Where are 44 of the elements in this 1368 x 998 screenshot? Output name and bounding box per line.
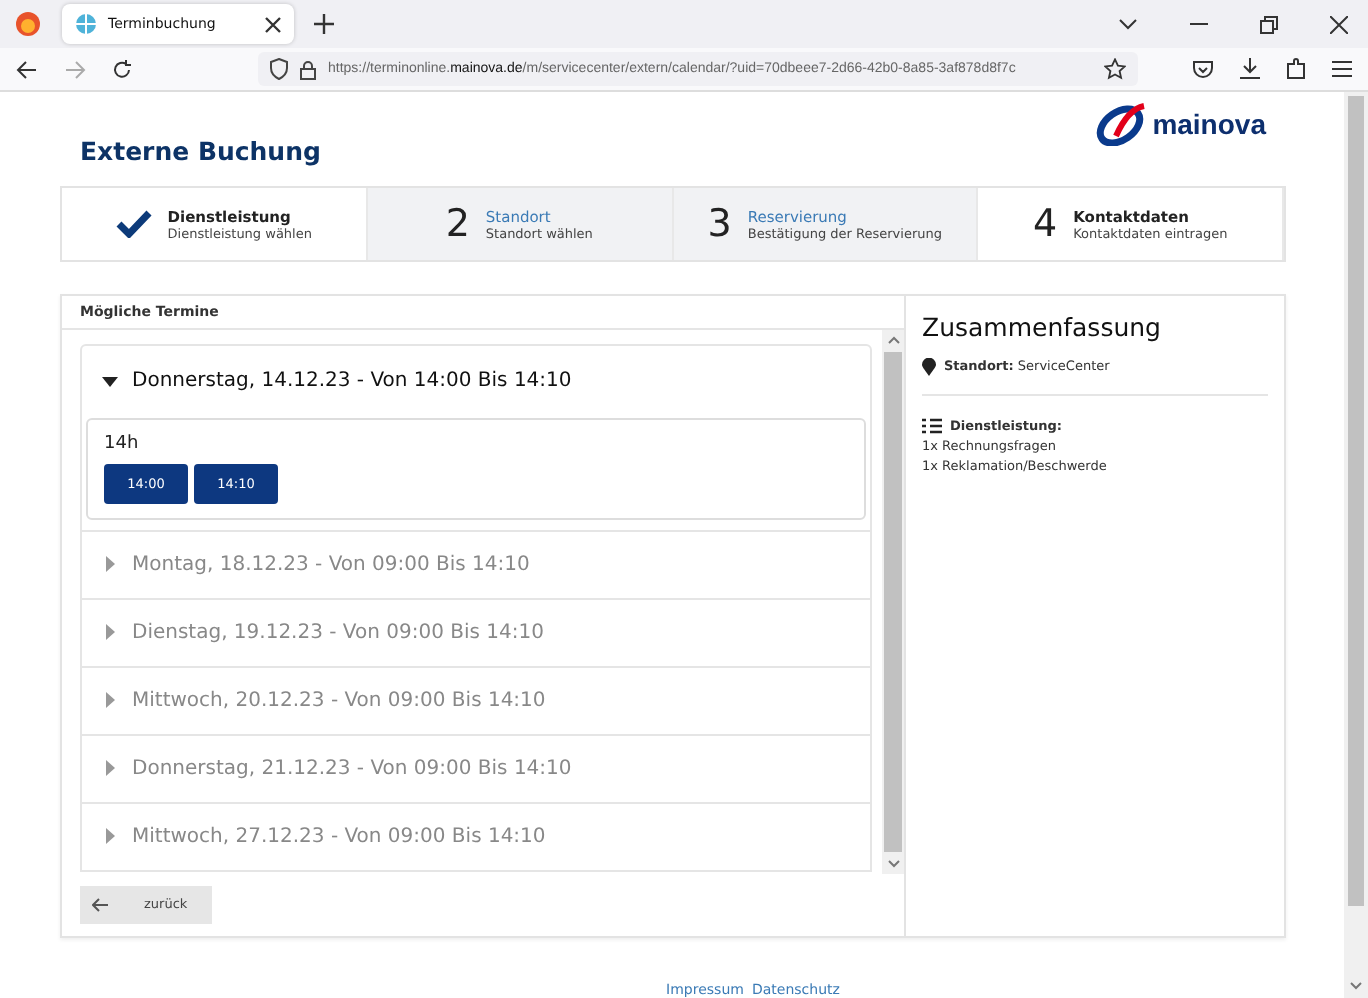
map-pin-icon xyxy=(922,357,936,376)
hour-label: 14h xyxy=(104,433,141,454)
lock-icon xyxy=(300,59,316,79)
caret-icon xyxy=(102,373,118,390)
menu-icon[interactable] xyxy=(1332,60,1352,78)
chevron-up-icon[interactable] xyxy=(887,335,899,344)
reload-icon[interactable] xyxy=(112,59,132,79)
day-accordion-header[interactable]: Donnerstag, 21.12.23 - Von 09:00 Bis 14:10 xyxy=(82,735,870,802)
day-accordion-header[interactable]: Dienstag, 19.12.23 - Von 09:00 Bis 14:10 xyxy=(82,599,870,666)
step-number: 2 xyxy=(445,202,470,247)
browser-logo-icon xyxy=(14,10,42,38)
puzzle-icon[interactable] xyxy=(1286,58,1306,80)
caret-icon xyxy=(102,556,118,573)
minimize-icon[interactable] xyxy=(1190,22,1208,26)
close-icon[interactable] xyxy=(264,15,282,33)
day-accordion-header[interactable]: Mittwoch, 27.12.23 - Von 09:00 Bis 14:10 xyxy=(82,803,870,870)
step-number: 4 xyxy=(1033,202,1058,247)
day-accordion-header[interactable]: Donnerstag, 14.12.23 - Von 14:00 Bis 14:10 xyxy=(82,345,870,418)
checkmark-icon xyxy=(115,210,152,239)
day-accordion-header[interactable]: Montag, 18.12.23 - Von 09:00 Bis 14:10 xyxy=(82,531,870,598)
caret-icon xyxy=(102,828,118,845)
pocket-icon[interactable] xyxy=(1192,59,1214,79)
close-icon[interactable] xyxy=(1330,15,1348,33)
shield-icon xyxy=(270,58,288,80)
list-icon xyxy=(922,417,942,434)
summary-title: Zusammenfassung xyxy=(922,311,1163,342)
caret-icon xyxy=(102,760,118,777)
company-logo: mainova xyxy=(1096,102,1266,146)
day-accordion-header[interactable]: Mittwoch, 20.12.23 - Von 09:00 Bis 14:10 xyxy=(82,667,870,734)
back-arrow-icon[interactable] xyxy=(16,59,38,79)
step-number: 3 xyxy=(707,202,732,247)
globe-icon xyxy=(74,12,98,36)
page-scrollbar[interactable] xyxy=(1344,92,1368,998)
restore-icon[interactable] xyxy=(1260,15,1278,33)
caret-icon xyxy=(102,624,118,641)
download-icon[interactable] xyxy=(1240,58,1260,80)
star-icon[interactable] xyxy=(1104,58,1126,80)
page-title: Externe Buchung xyxy=(80,136,321,167)
chevron-down-icon[interactable] xyxy=(1118,18,1138,30)
arrow-left-icon xyxy=(92,897,108,912)
new-tab-icon[interactable] xyxy=(314,14,334,34)
swoosh-logo-icon xyxy=(1096,102,1149,146)
caret-icon xyxy=(102,692,118,709)
scrollbar[interactable] xyxy=(882,329,904,874)
